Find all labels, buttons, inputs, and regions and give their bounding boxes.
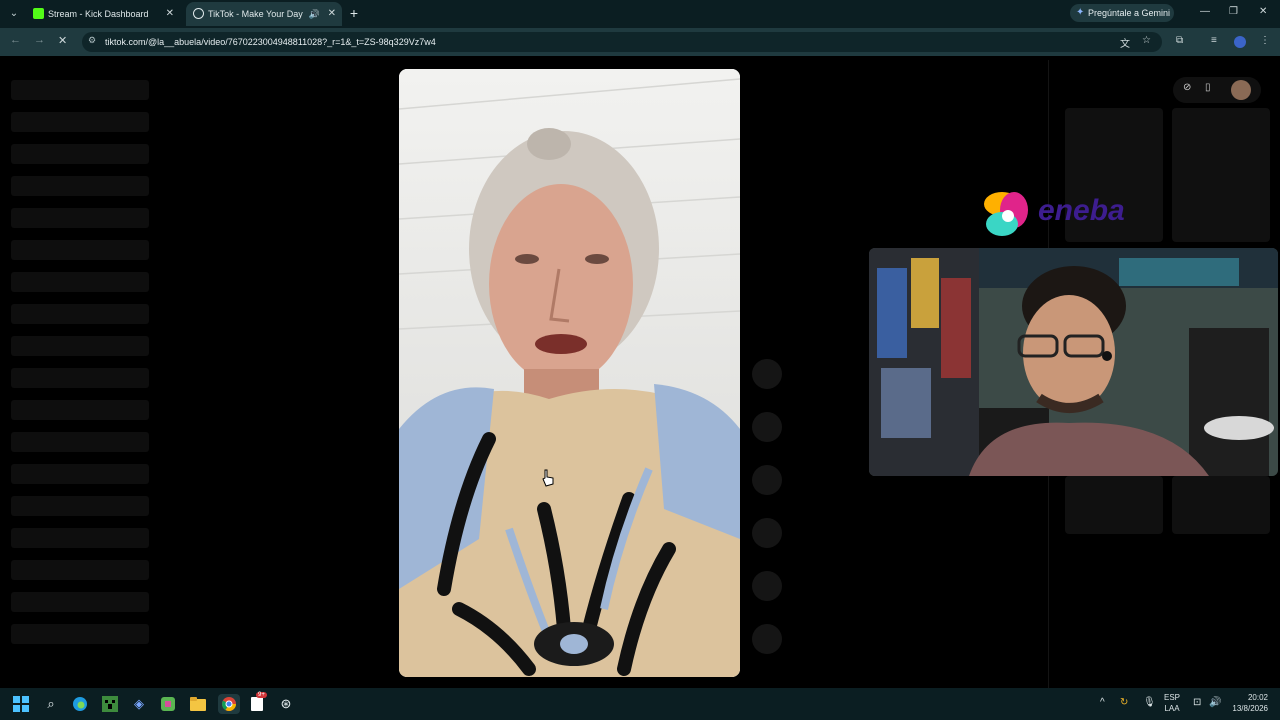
- language-code: ESP: [1164, 693, 1181, 702]
- chevron-down-icon[interactable]: ⌄: [6, 6, 22, 22]
- minimize-icon[interactable]: —: [1200, 6, 1210, 17]
- like-button[interactable]: [752, 359, 782, 389]
- windows-taskbar: ⌕ ◈ 9+ ⊛ ^ ↻ 🎙 ESP LAA ⊡ 🔊 20:02 13/8/20…: [0, 688, 1280, 720]
- video-frame: [399, 69, 740, 677]
- eneba-wordmark: eneba: [1038, 194, 1125, 227]
- forward-arrow-icon[interactable]: →: [34, 34, 45, 46]
- close-tab-icon[interactable]: ✕: [166, 2, 174, 26]
- volume-icon[interactable]: 🔊: [1209, 697, 1221, 708]
- app-launcher-icon[interactable]: ◈: [129, 694, 149, 714]
- kebab-menu-icon[interactable]: ⋮: [1260, 35, 1270, 46]
- skeleton-row: [11, 400, 149, 420]
- video-player[interactable]: [399, 69, 740, 677]
- system-clock[interactable]: 20:02 13/8/2026: [1226, 692, 1268, 714]
- search-icon[interactable]: ⌕: [41, 694, 61, 714]
- puzzle-icon[interactable]: ⧉: [1176, 35, 1183, 46]
- restore-icon[interactable]: ❐: [1229, 6, 1238, 17]
- skeleton-panel: [1172, 108, 1270, 242]
- stop-loading-icon[interactable]: ✕: [58, 34, 67, 47]
- language-indicator[interactable]: ESP LAA: [1164, 692, 1180, 714]
- close-tab-icon[interactable]: ✕: [328, 2, 336, 26]
- sync-icon[interactable]: ↻: [1120, 697, 1128, 708]
- phone-icon[interactable]: ▯: [1205, 82, 1211, 93]
- skeleton-row: [11, 592, 149, 612]
- tab-title: TikTok - Make Your Day: [208, 9, 303, 19]
- skeleton-row: [11, 272, 149, 292]
- network-icon[interactable]: ⊡: [1193, 697, 1201, 708]
- show-hidden-icons-icon[interactable]: ^: [1100, 697, 1105, 708]
- skeleton-panel: [1172, 476, 1270, 534]
- browser-toolbar: ← → ✕ ⚙ tiktok.com/@la__abuela/video/767…: [0, 28, 1280, 56]
- obs-icon[interactable]: ⊛: [276, 694, 296, 714]
- webcam-frame: [869, 248, 1278, 476]
- media-controls-icon[interactable]: ≡: [1211, 35, 1217, 46]
- profile-avatar-icon[interactable]: [1234, 36, 1246, 48]
- chrome-icon[interactable]: [218, 694, 240, 714]
- more-button[interactable]: [752, 624, 782, 654]
- minecraft-icon[interactable]: [100, 694, 120, 714]
- skeleton-row: [11, 336, 149, 356]
- eneba-mark-icon: [984, 192, 1028, 236]
- skeleton-row: [11, 112, 149, 132]
- back-arrow-icon[interactable]: ←: [10, 34, 21, 46]
- skeleton-row: [11, 304, 149, 324]
- game-app-icon[interactable]: [158, 694, 178, 714]
- close-window-icon[interactable]: ✕: [1259, 6, 1267, 17]
- translate-icon[interactable]: 文: [1120, 35, 1130, 50]
- tune-icon[interactable]: ⚙: [88, 35, 96, 46]
- skeleton-row: [11, 528, 149, 548]
- bookmark-button[interactable]: [752, 465, 782, 495]
- tab-strip: ⌄ Stream - Kick Dashboard ✕ TikTok - Mak…: [0, 0, 1280, 28]
- share-button[interactable]: [752, 518, 782, 548]
- kick-favicon-icon: [33, 8, 44, 19]
- file-explorer-icon[interactable]: [188, 694, 208, 714]
- clock-date: 13/8/2026: [1232, 704, 1268, 713]
- notification-badge: 9+: [256, 692, 267, 698]
- tab-kick-dashboard[interactable]: Stream - Kick Dashboard ✕: [26, 2, 180, 26]
- url-text[interactable]: tiktok.com/@la__abuela/video/76702230049…: [105, 32, 436, 52]
- speaker-icon[interactable]: 🔊: [309, 2, 320, 26]
- tab-tiktok[interactable]: TikTok - Make Your Day 🔊 ✕: [186, 2, 342, 26]
- skeleton-row: [11, 240, 149, 260]
- skeleton-row: [11, 208, 149, 228]
- skeleton-row: [11, 432, 149, 452]
- clock-time: 20:02: [1247, 693, 1268, 702]
- gemini-label: Pregúntale a Gemini: [1088, 8, 1171, 18]
- eneba-logo: eneba: [980, 186, 1150, 246]
- compass-icon[interactable]: ⊘: [1183, 82, 1191, 93]
- comment-button[interactable]: [752, 412, 782, 442]
- music-button[interactable]: [752, 571, 782, 601]
- profile-avatar-icon[interactable]: [1231, 80, 1251, 100]
- new-tab-button[interactable]: +: [346, 4, 362, 22]
- tiktok-favicon-icon: [193, 8, 204, 19]
- hand-cursor-icon: [542, 469, 554, 487]
- notes-app-icon[interactable]: 9+: [247, 692, 267, 714]
- skeleton-row: [11, 144, 149, 164]
- gemini-button[interactable]: ✦ Pregúntale a Gemini: [1070, 4, 1174, 22]
- microphone-icon[interactable]: 🎙: [1143, 697, 1156, 708]
- skeleton-row: [11, 624, 149, 644]
- skeleton-row: [11, 560, 149, 580]
- top-right-controls: ⊘ ▯: [1173, 77, 1261, 103]
- skeleton-row: [11, 368, 149, 388]
- keyboard-layout: LAA: [1164, 704, 1180, 713]
- address-bar[interactable]: ⚙ tiktok.com/@la__abuela/video/767022300…: [82, 32, 1162, 52]
- tiktok-page: ⊘ ▯ eneba: [0, 56, 1280, 688]
- skeleton-panel: [1065, 476, 1163, 534]
- tab-title: Stream - Kick Dashboard: [48, 9, 149, 19]
- edge-browser-icon[interactable]: [70, 694, 90, 714]
- skeleton-row: [11, 80, 149, 100]
- streamer-webcam: [869, 248, 1278, 476]
- skeleton-row: [11, 496, 149, 516]
- skeleton-row: [11, 464, 149, 484]
- star-icon[interactable]: ☆: [1142, 35, 1151, 46]
- skeleton-row: [11, 176, 149, 196]
- windows-start-icon[interactable]: [11, 694, 31, 714]
- gemini-sparkle-icon: ✦: [1076, 7, 1085, 18]
